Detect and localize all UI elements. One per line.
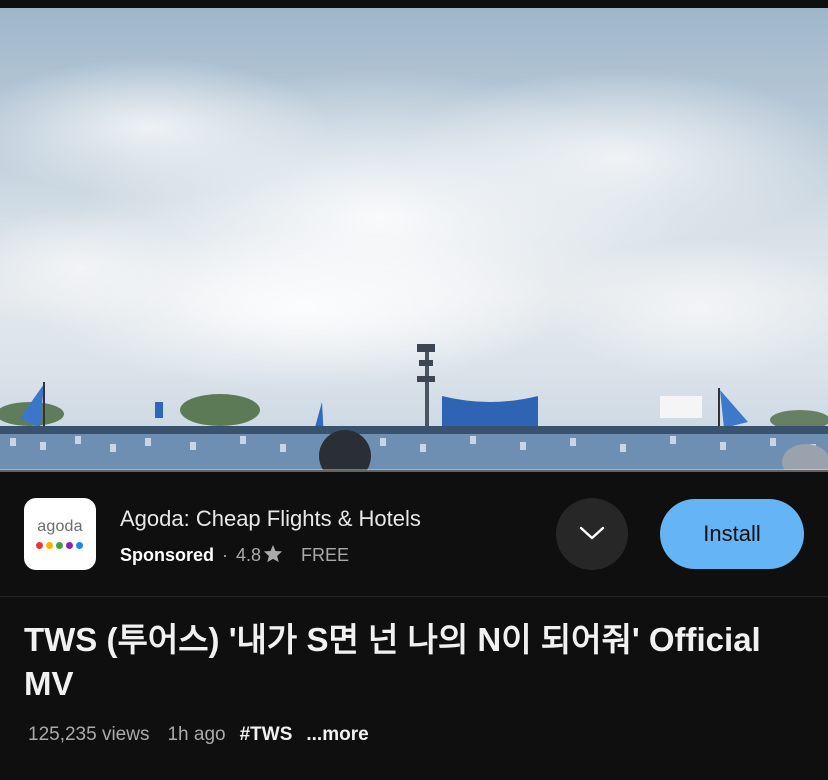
section-divider — [0, 596, 828, 597]
meta-separator: · — [222, 545, 229, 565]
upload-time: 1h ago — [167, 724, 226, 745]
ad-meta: Sponsored · 4.8 FREE — [120, 544, 349, 568]
star-icon — [263, 544, 283, 568]
sponsored-ad-row[interactable]: agoda Agoda: Cheap Flights & Hotels Spon… — [0, 472, 828, 596]
logo-dot — [66, 542, 73, 549]
expand-ad-button[interactable] — [556, 498, 628, 570]
video-player[interactable] — [0, 8, 828, 470]
logo-dot — [36, 542, 43, 549]
video-frame-image — [0, 58, 828, 470]
install-button[interactable]: Install — [660, 499, 804, 569]
view-count: 125,235 views — [28, 724, 150, 745]
ad-price: FREE — [301, 545, 350, 565]
logo-dot — [56, 542, 63, 549]
sponsored-label: Sponsored — [120, 545, 215, 565]
ad-app-logo[interactable]: agoda — [24, 498, 96, 570]
logo-dot — [46, 542, 53, 549]
top-strip — [0, 0, 828, 8]
chevron-down-icon — [579, 526, 605, 540]
agoda-logo-dots — [36, 542, 84, 550]
more-button[interactable]: ...more — [306, 724, 368, 745]
ad-title[interactable]: Agoda: Cheap Flights & Hotels — [120, 506, 421, 532]
video-title[interactable]: TWS (투어스) '내가 S면 넌 나의 N이 되어줘' Official M… — [24, 618, 814, 706]
logo-dot — [76, 542, 83, 549]
video-meta[interactable]: 125,235 views 1h ago #TWS ...more — [28, 724, 369, 746]
hashtag-link[interactable]: #TWS — [240, 724, 293, 745]
agoda-logo-text: agoda — [37, 518, 83, 535]
ad-rating: 4.8 — [236, 545, 262, 565]
